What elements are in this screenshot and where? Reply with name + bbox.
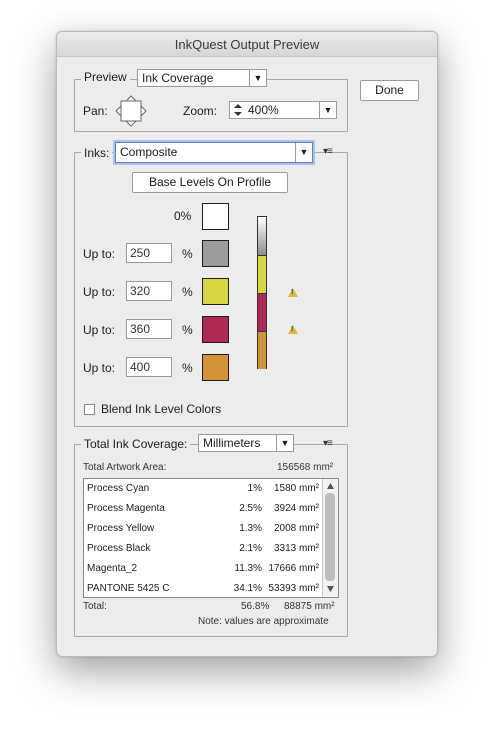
upto-label: Up to: <box>83 247 116 261</box>
zero-percent-label: 0% <box>174 209 192 223</box>
percent-sign: % <box>182 247 193 261</box>
percent-sign: % <box>182 323 193 337</box>
preview-mode-dropdown[interactable]: Ink Coverage ▼ <box>137 69 267 87</box>
scroll-down-icon[interactable] <box>326 585 335 593</box>
inks-label: Inks: <box>81 146 113 160</box>
zoom-dropdown[interactable]: 400% ▼ <box>229 101 337 119</box>
zero-swatch <box>202 203 229 230</box>
inks-dropdown[interactable]: Composite ▼ <box>115 142 313 163</box>
level-input-3[interactable]: 360 <box>126 319 172 339</box>
bar-segment-yellow <box>258 255 266 294</box>
warning-icon: ! <box>288 288 298 297</box>
list-scrollbar[interactable] <box>322 479 338 597</box>
total-percent: 56.8% <box>241 601 270 612</box>
level-input-1[interactable]: 250 <box>126 243 172 263</box>
zoom-label: Zoom: <box>183 104 218 118</box>
bar-segment-orange <box>258 331 266 369</box>
bar-segment-gray <box>258 217 266 255</box>
blend-label: Blend Ink Level Colors <box>101 402 222 416</box>
base-levels-button[interactable]: Base Levels On Profile <box>132 172 288 193</box>
ink-level-bar <box>257 216 267 369</box>
level-swatch-4[interactable] <box>202 354 229 381</box>
stepper-icon[interactable] <box>233 104 243 116</box>
unit-dropdown[interactable]: Millimeters ▼ <box>198 434 294 452</box>
chevron-down-icon: ▼ <box>276 435 293 451</box>
percent-sign: % <box>182 285 193 299</box>
panel-menu-icon[interactable]: ▾≡ <box>323 438 333 449</box>
list-item[interactable]: PANTONE 5425 C 34.1% 53393 mm² <box>84 579 322 597</box>
level-input-2[interactable]: 320 <box>126 281 172 301</box>
coverage-label: Total Ink Coverage: <box>81 437 191 451</box>
total-area-value: 156568 mm² <box>277 462 334 473</box>
upto-label: Up to: <box>83 323 116 337</box>
zoom-value: 400% <box>248 103 279 117</box>
coverage-list[interactable]: Process Cyan 1% 1580 mm² Process Magenta… <box>83 478 339 598</box>
inks-selected: Composite <box>120 145 178 159</box>
warning-icon: ! <box>288 325 298 334</box>
upto-label: Up to: <box>83 361 116 375</box>
chevron-down-icon: ▼ <box>319 102 336 118</box>
scroll-up-icon[interactable] <box>326 482 335 490</box>
list-item[interactable]: Process Yellow 1.3% 2008 mm² <box>84 519 322 539</box>
preview-label: Preview <box>81 70 130 84</box>
list-item[interactable]: Magenta_2 11.3% 17666 mm² <box>84 559 322 579</box>
level-swatch-2[interactable] <box>202 278 229 305</box>
output-preview-window: InkQuest Output Preview Preview Ink Cove… <box>56 31 438 657</box>
total-area: 88875 mm² <box>284 601 335 612</box>
list-item[interactable]: Process Magenta 2.5% 3924 mm² <box>84 499 322 519</box>
chevron-down-icon: ▼ <box>295 143 312 162</box>
level-input-4[interactable]: 400 <box>126 357 172 377</box>
preview-mode-value: Ink Coverage <box>142 71 214 85</box>
pan-icon[interactable] <box>115 95 147 127</box>
list-item[interactable]: Process Cyan 1% 1580 mm² <box>84 479 322 499</box>
percent-sign: % <box>182 361 193 375</box>
upto-label: Up to: <box>83 285 116 299</box>
approx-note: Note: values are approximate <box>198 616 329 627</box>
total-area-label: Total Artwork Area: <box>83 462 167 473</box>
panel-menu-icon[interactable]: ▾≡ <box>323 146 333 157</box>
level-swatch-1[interactable] <box>202 240 229 267</box>
bar-segment-magenta <box>258 293 266 332</box>
window-title: InkQuest Output Preview <box>57 32 437 57</box>
unit-value: Millimeters <box>203 436 261 450</box>
blend-checkbox[interactable] <box>84 404 95 415</box>
total-label: Total: <box>83 601 107 612</box>
pan-label: Pan: <box>83 104 108 118</box>
chevron-down-icon: ▼ <box>249 70 266 86</box>
list-item[interactable]: Process Black 2.1% 3313 mm² <box>84 539 322 559</box>
scroll-thumb[interactable] <box>325 493 335 581</box>
done-button[interactable]: Done <box>360 80 419 101</box>
level-swatch-3[interactable] <box>202 316 229 343</box>
